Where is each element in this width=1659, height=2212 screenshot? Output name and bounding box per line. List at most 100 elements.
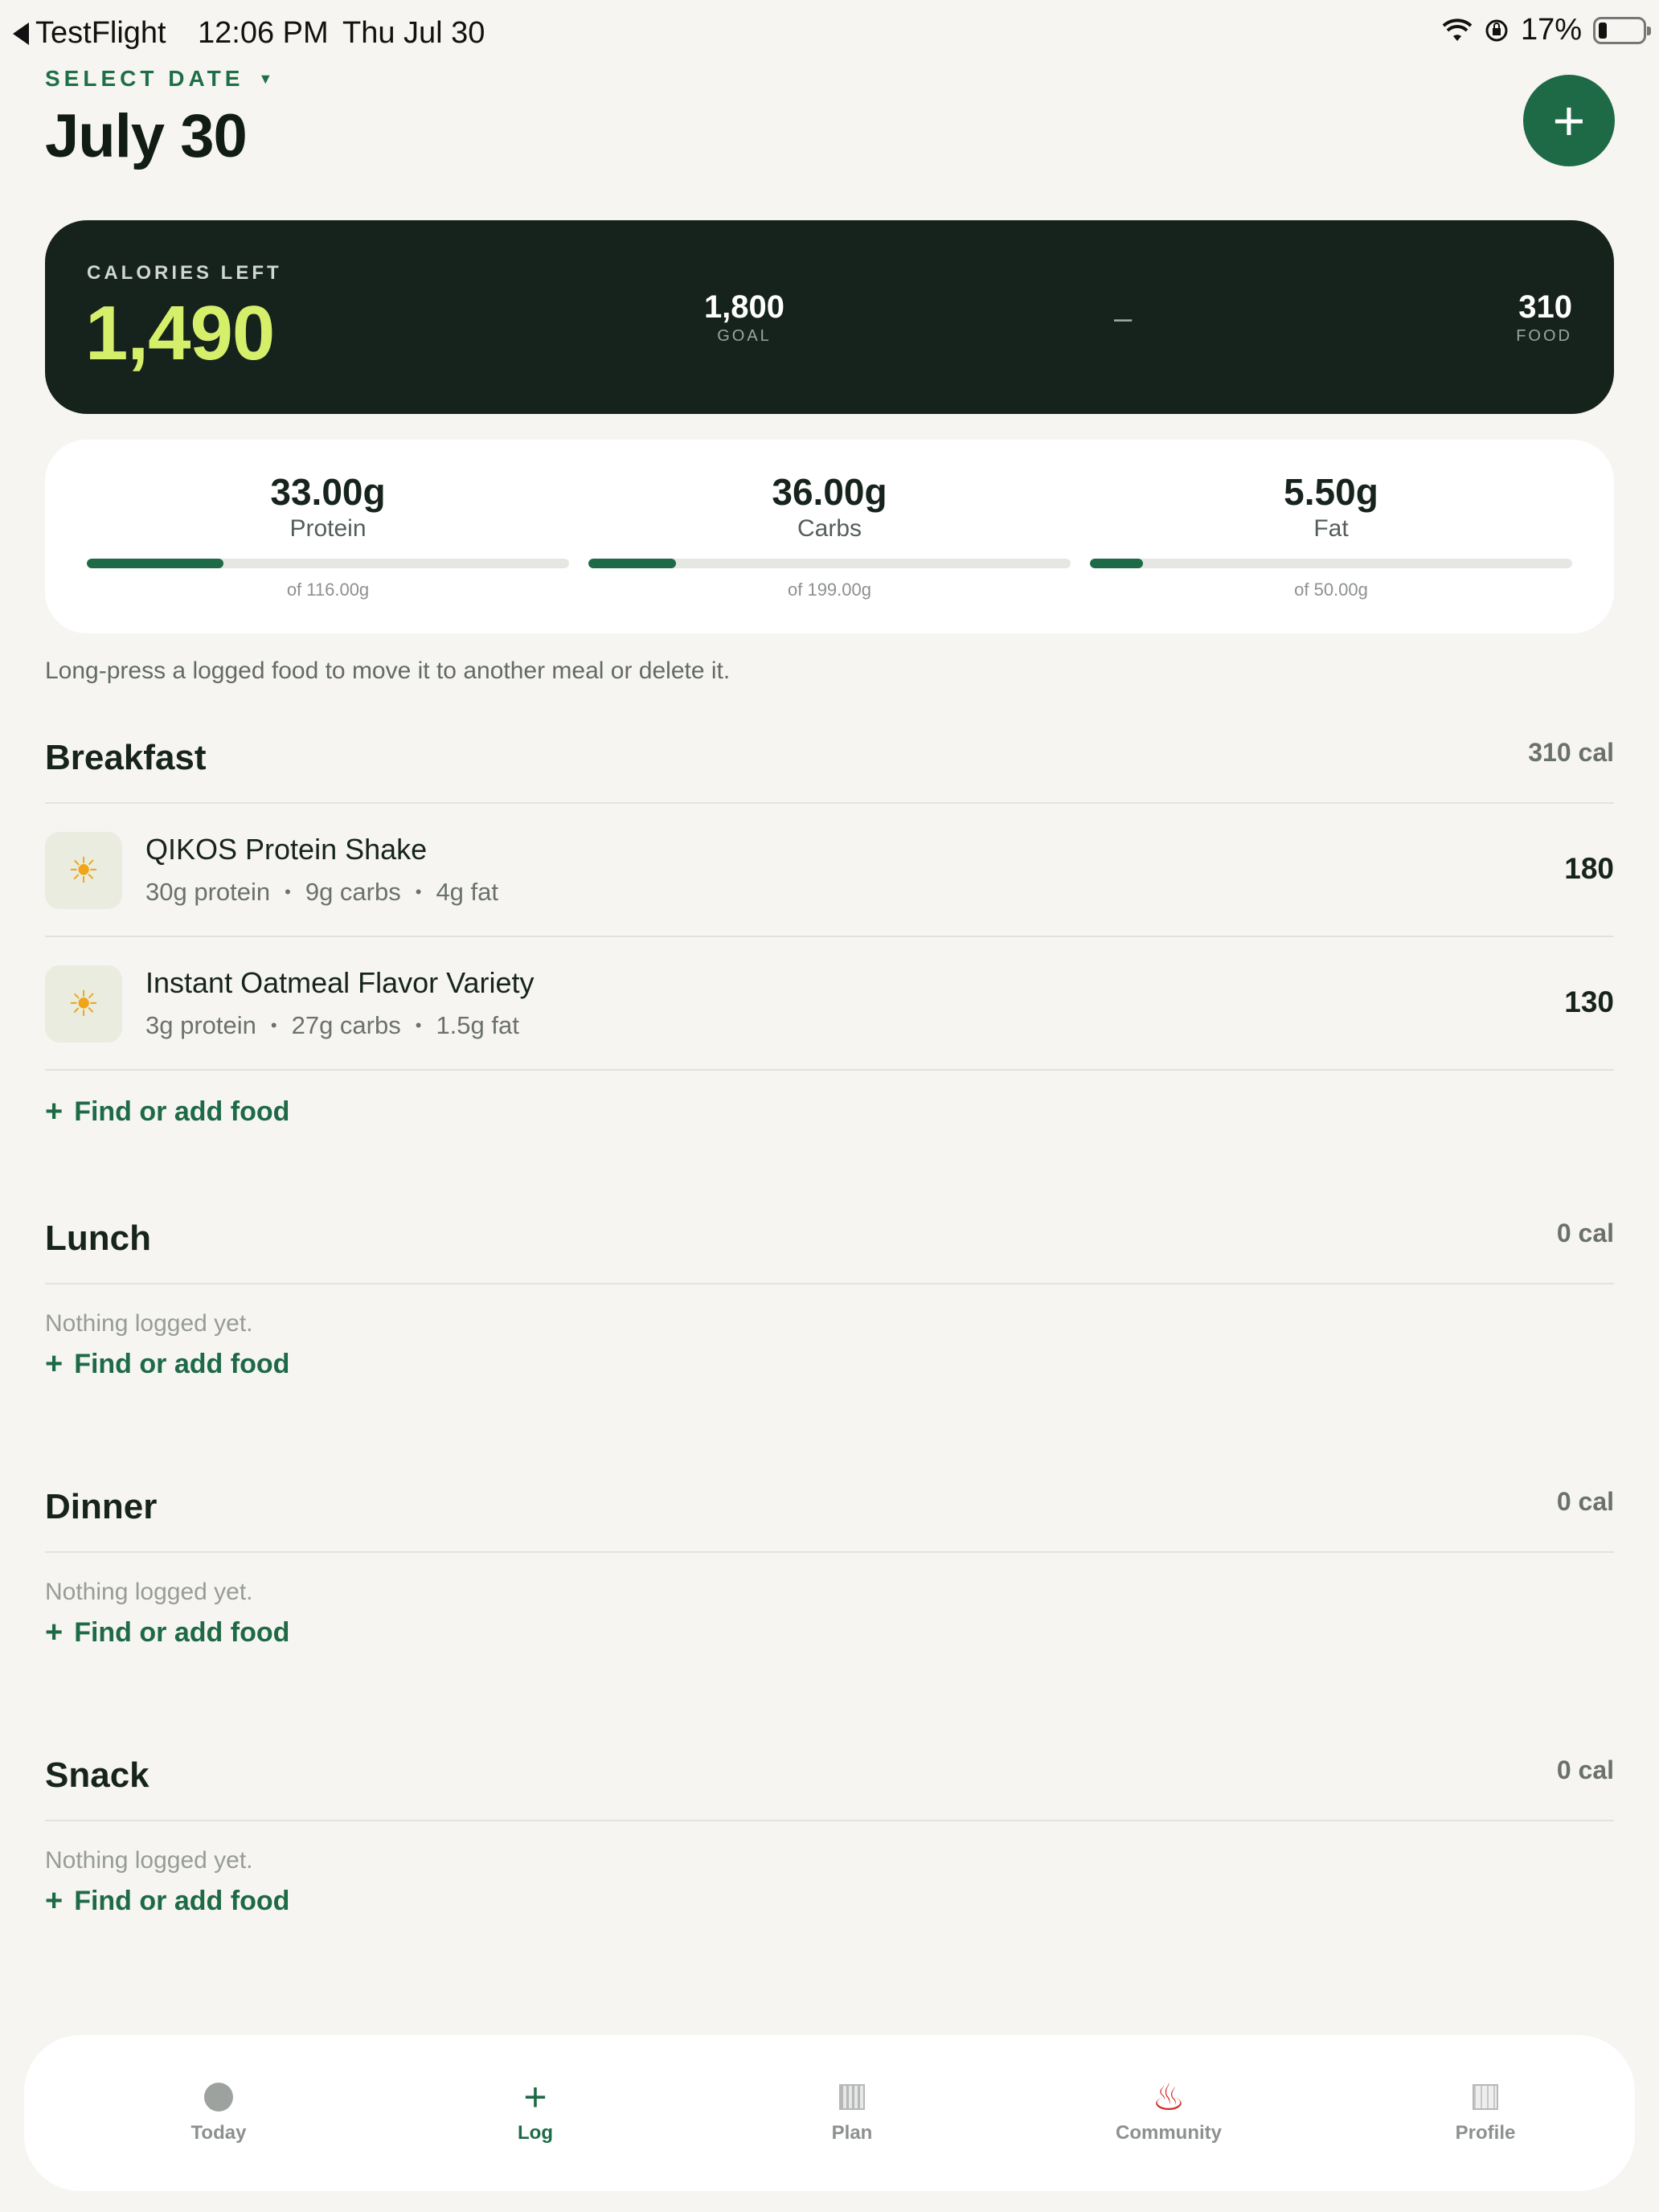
- food-label: FOOD: [1516, 327, 1572, 345]
- find-or-add-food-button[interactable]: + Find or add food: [45, 1347, 1614, 1382]
- meal-calories: 0 cal: [1556, 1755, 1614, 1784]
- dot-separator: •: [415, 1015, 422, 1035]
- macro-name: Fat: [1313, 515, 1349, 542]
- plus-icon: +: [45, 1347, 63, 1381]
- meal-breakfast: Breakfast 310 cal ☀ QIKOS Protein Shake …: [45, 720, 1614, 1129]
- macro-target: of 116.00g: [286, 580, 370, 600]
- empty-meal-note: Nothing logged yet.: [45, 1847, 253, 1874]
- food-value: 310: [1518, 289, 1572, 325]
- add-button[interactable]: +: [1523, 75, 1615, 166]
- meal-calories: 0 cal: [1556, 1219, 1614, 1247]
- macro-amount: 36.00g: [772, 471, 887, 513]
- meal-title: Dinner: [45, 1487, 158, 1526]
- calorie-goal: 1,800 GOAL: [640, 289, 849, 346]
- add-food-label: Find or add food: [74, 1349, 290, 1379]
- select-date-label: SELECT DATE: [45, 66, 244, 91]
- status-date: Thu Jul 30: [342, 16, 485, 50]
- meal-title: Breakfast: [45, 738, 207, 777]
- plus-icon: +: [45, 1616, 63, 1649]
- food-protein: 30g protein: [145, 878, 271, 906]
- tab-label: Log: [518, 2122, 553, 2144]
- tab-log[interactable]: + Log: [439, 2077, 632, 2144]
- macro-amount: 5.50g: [1284, 471, 1378, 513]
- food-carbs: 9g carbs: [305, 878, 401, 906]
- food-fat: 4g fat: [436, 878, 498, 906]
- wifi-icon: [1442, 18, 1473, 41]
- back-arrow-icon: [13, 22, 29, 45]
- tab-profile[interactable]: Profile: [1389, 2077, 1582, 2144]
- select-date-dropdown[interactable]: SELECT DATE ▼: [45, 66, 272, 92]
- meal-snack: Snack 0 cal Nothing logged yet. + Find o…: [45, 1738, 1614, 1919]
- tab-label: Profile: [1455, 2122, 1516, 2144]
- meal-header: Lunch 0 cal: [45, 1201, 1614, 1284]
- calories-left-label: CALORIES LEFT: [87, 262, 282, 284]
- calorie-food: 310 FOOD: [1444, 289, 1572, 346]
- tab-today[interactable]: Today: [122, 2077, 315, 2144]
- caret-down-icon: ▼: [258, 70, 273, 87]
- macro-progress-bar: [1090, 559, 1572, 568]
- food-protein: 3g protein: [145, 1011, 256, 1039]
- book-icon: [1473, 2084, 1498, 2110]
- circle-icon: [204, 2083, 233, 2112]
- food-calories: 130: [1564, 985, 1614, 1018]
- add-food-label: Find or add food: [74, 1617, 290, 1648]
- back-app-label: TestFlight: [35, 16, 166, 50]
- status-indicators: 17%: [1442, 13, 1651, 47]
- grid-icon: [839, 2084, 865, 2110]
- macro-target: of 199.00g: [788, 580, 871, 600]
- page-title: July 30: [45, 102, 248, 170]
- tab-label: Community: [1116, 2122, 1222, 2144]
- food-fat: 1.5g fat: [436, 1011, 519, 1039]
- food-name: Instant Oatmeal Flavor Variety: [145, 966, 535, 999]
- meal-header: Dinner 0 cal: [45, 1469, 1614, 1553]
- empty-meal-note: Nothing logged yet.: [45, 1579, 253, 1605]
- status-time: 12:06 PM: [198, 16, 329, 50]
- macro-name: Protein: [289, 515, 367, 542]
- dot-separator: •: [285, 882, 291, 902]
- find-or-add-food-button[interactable]: + Find or add food: [45, 1616, 1614, 1650]
- macro-protein: 33.00g Protein of 116.00g: [87, 470, 569, 600]
- status-bar: TestFlight 12:06 PM Thu Jul 30 17%: [0, 0, 1659, 64]
- battery-icon: [1593, 16, 1651, 44]
- goal-label: GOAL: [717, 327, 772, 345]
- meal-title: Lunch: [45, 1219, 151, 1258]
- tab-label: Plan: [831, 2122, 873, 2144]
- plus-icon: +: [523, 2075, 547, 2120]
- sun-icon: ☀: [45, 832, 122, 909]
- sun-icon: ☀: [45, 965, 122, 1043]
- macro-progress-bar: [588, 559, 1071, 568]
- find-or-add-food-button[interactable]: + Find or add food: [45, 1884, 1614, 1919]
- plus-icon: +: [45, 1884, 63, 1918]
- macro-fat: 5.50g Fat of 50.00g: [1090, 470, 1572, 600]
- macro-amount: 33.00g: [270, 471, 386, 513]
- back-to-app-button[interactable]: TestFlight: [13, 16, 166, 51]
- goal-value: 1,800: [703, 289, 785, 325]
- tab-bar: Today + Log Plan ♨ Community Profile: [24, 2035, 1635, 2191]
- plus-icon: +: [45, 1095, 63, 1129]
- food-item[interactable]: ☀ QIKOS Protein Shake 30g protein • 9g c…: [45, 804, 1614, 937]
- add-food-label: Find or add food: [74, 1096, 290, 1127]
- tab-plan[interactable]: Plan: [756, 2077, 948, 2144]
- macro-target: of 50.00g: [1294, 580, 1368, 600]
- meal-calories: 310 cal: [1528, 738, 1614, 767]
- macro-name: Carbs: [797, 515, 862, 542]
- macros-card: 33.00g Protein of 116.00g 36.00g Carbs o…: [45, 440, 1614, 633]
- macro-progress-bar: [87, 559, 569, 568]
- calories-card: CALORIES LEFT 1,490 1,800 GOAL – 310 FOO…: [45, 220, 1614, 414]
- food-item[interactable]: ☀ Instant Oatmeal Flavor Variety 3g prot…: [45, 937, 1614, 1071]
- find-or-add-food-button[interactable]: + Find or add food: [45, 1095, 1614, 1129]
- food-name: QIKOS Protein Shake: [145, 833, 428, 866]
- tab-community[interactable]: ♨ Community: [1072, 2077, 1265, 2144]
- macro-carbs: 36.00g Carbs of 199.00g: [588, 470, 1071, 600]
- food-macros: 30g protein • 9g carbs • 4g fat: [145, 878, 498, 907]
- meal-lunch: Lunch 0 cal Nothing logged yet. + Find o…: [45, 1201, 1614, 1382]
- tab-label: Today: [190, 2122, 247, 2144]
- orientation-lock-icon: [1485, 19, 1508, 41]
- food-calories: 180: [1564, 852, 1614, 885]
- dot-separator: •: [415, 882, 422, 902]
- meal-title: Snack: [45, 1755, 150, 1795]
- meal-header: Breakfast 310 cal: [45, 720, 1614, 804]
- dot-separator: •: [270, 1015, 277, 1035]
- calories-left-value: 1,490: [85, 290, 275, 376]
- food-carbs: 27g carbs: [291, 1011, 401, 1039]
